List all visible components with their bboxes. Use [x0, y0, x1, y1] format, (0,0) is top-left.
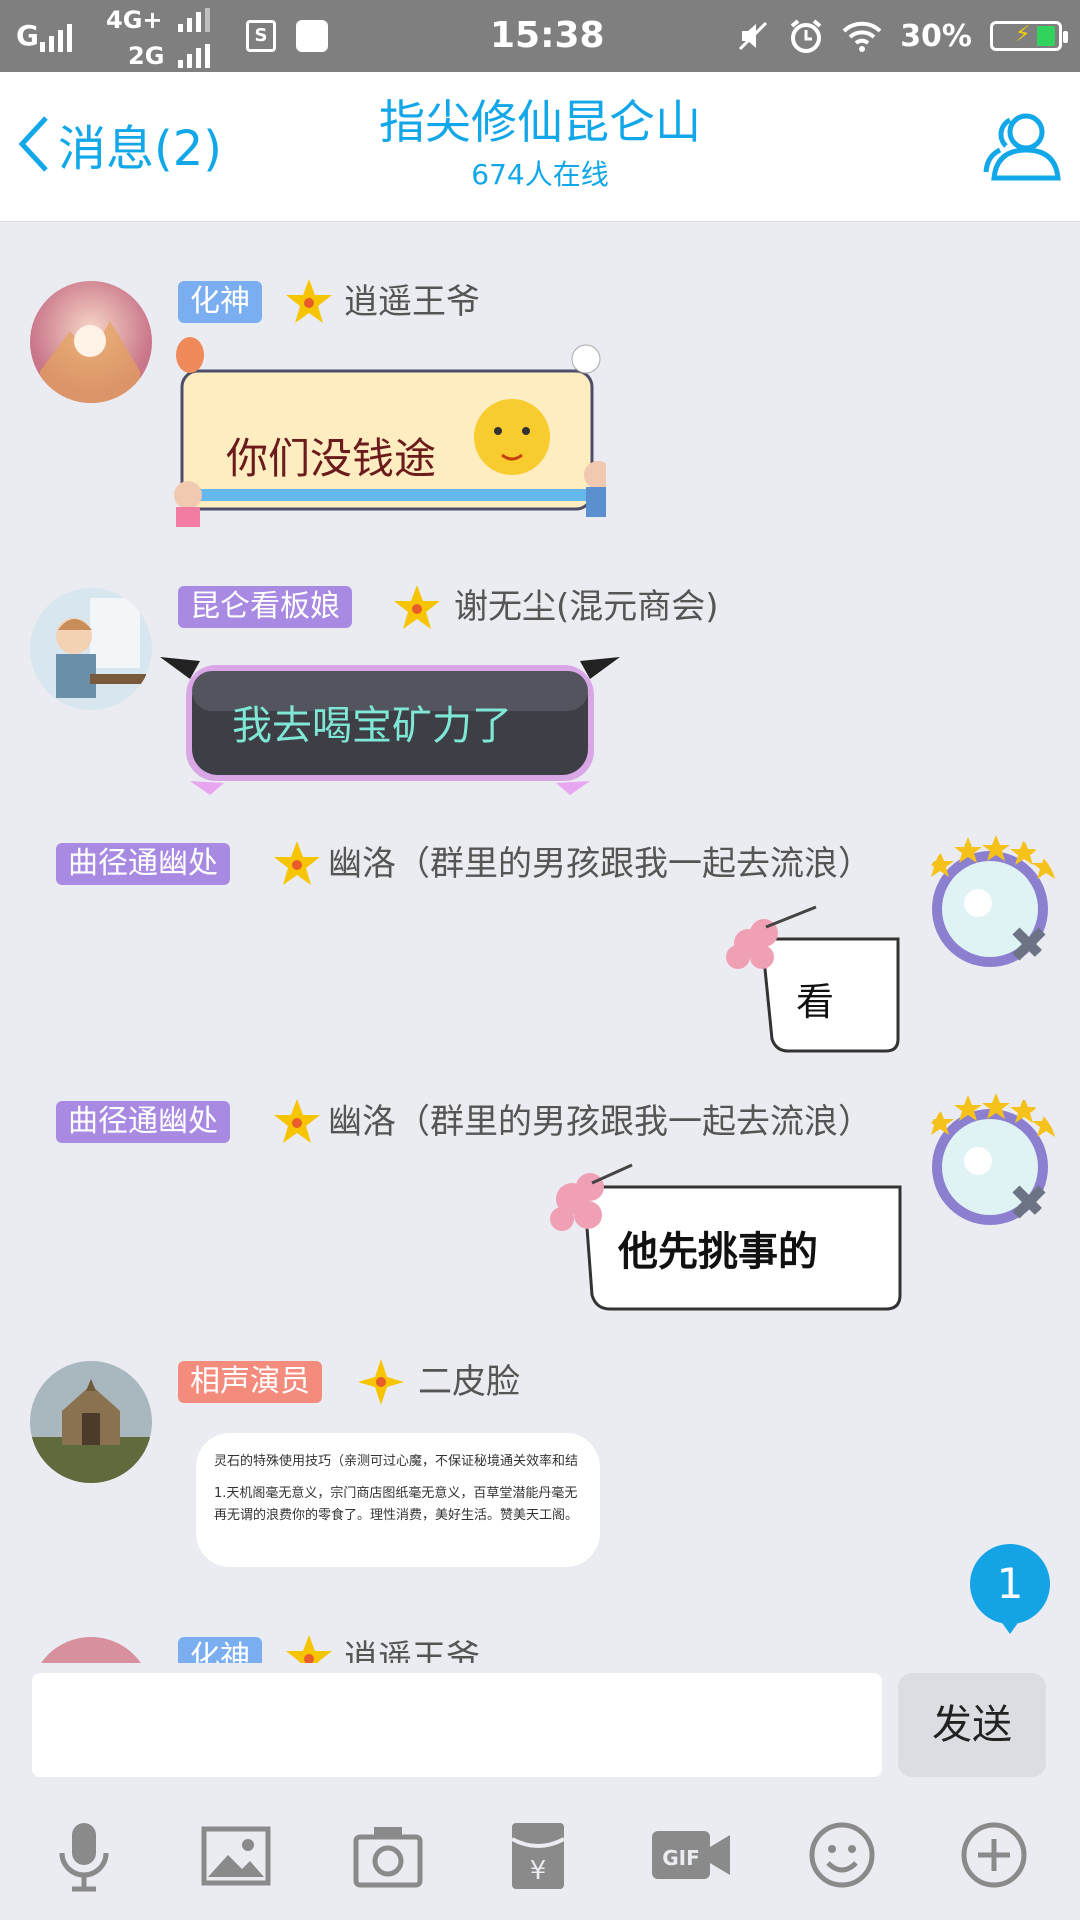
network-type-1: G	[16, 19, 39, 52]
mute-icon	[739, 21, 768, 51]
text-line: 1.天机阁毫无意义，宗门商店图纸毫无意义，百草堂潜能丹毫无	[214, 1486, 578, 1501]
signal-icon	[178, 44, 210, 68]
rank-badge: 化神	[178, 1637, 262, 1663]
signal-icon	[40, 24, 72, 52]
sticker-message[interactable]: 你们没钱途	[166, 335, 612, 531]
avatar[interactable]	[920, 1091, 1060, 1231]
rank-badge: 曲径通幽处	[56, 843, 230, 885]
plus-icon[interactable]	[954, 1815, 1034, 1895]
rank-badge: 曲径通幽处	[56, 1101, 230, 1143]
emoji-icon[interactable]	[802, 1815, 882, 1895]
alarm-icon	[790, 19, 822, 53]
sticker-message[interactable]: 他先挑事的	[548, 1157, 910, 1317]
network-type-3: 2G	[128, 42, 165, 70]
sticker-text: 你们没钱途	[226, 434, 437, 483]
sticker-message[interactable]: 看	[726, 899, 906, 1055]
clock: 15:38	[490, 15, 605, 56]
chat-header: 消息(2) 指尖修仙昆仑山 674人在线	[0, 72, 1080, 222]
group-title: 指尖修仙昆仑山	[379, 95, 701, 149]
star-icon	[394, 585, 440, 629]
sender-name: 幽洛（群里的男孩跟我一起去流浪）	[328, 844, 872, 884]
sticker-text: 看	[796, 980, 835, 1024]
image-icon[interactable]	[196, 1815, 276, 1895]
avatar[interactable]	[30, 1637, 152, 1663]
camera-icon[interactable]	[348, 1815, 428, 1895]
sticker-text: 他先挑事的	[618, 1228, 818, 1275]
rank-badge: 化神	[178, 281, 262, 323]
star-icon	[286, 1635, 332, 1663]
avatar[interactable]	[30, 281, 152, 403]
rank-badge: 昆仑看板娘	[178, 586, 352, 628]
image-message[interactable]: 灵石的特殊使用技巧（亲测可过心魔，不保证秘境通关效率和结 1.天机阁毫无意义，宗…	[196, 1433, 600, 1567]
signal-icon	[178, 8, 210, 32]
avatar[interactable]	[920, 833, 1060, 973]
send-button[interactable]: 发送	[898, 1673, 1046, 1777]
svg-text:¥: ¥	[530, 1856, 547, 1886]
sender-name: 谢无尘(混元商会)	[454, 587, 719, 627]
sender-name: 逍遥王爷	[344, 282, 480, 322]
message-input[interactable]	[32, 1673, 882, 1777]
input-toolbar: ¥ GIF	[0, 1783, 1080, 1920]
svg-text:GIF: GIF	[662, 1846, 700, 1870]
sender-name: 二皮脸	[418, 1362, 520, 1402]
battery-icon: ⚡	[990, 21, 1068, 51]
network-type-2: 4G+	[106, 6, 163, 34]
wifi-icon	[842, 21, 882, 52]
star-icon	[274, 841, 320, 885]
online-count: 674人在线	[471, 158, 609, 191]
sender-name: 逍遥王爷	[344, 1638, 480, 1663]
diamond-icon	[358, 1359, 404, 1405]
red-packet-icon[interactable]: ¥	[498, 1815, 578, 1895]
star-icon	[286, 279, 332, 323]
sender-name: 幽洛（群里的男孩跟我一起去流浪）	[328, 1102, 872, 1142]
input-bar: 发送	[0, 1663, 1080, 1783]
gif-icon[interactable]: GIF	[648, 1815, 734, 1895]
s-app-icon: S	[246, 20, 276, 52]
bag-icon	[296, 20, 328, 52]
unread-count-badge[interactable]: 1	[970, 1544, 1050, 1634]
microphone-icon[interactable]	[44, 1815, 124, 1895]
status-bar: G 4G+ 2G S 15:38 30% ⚡	[0, 0, 1080, 72]
avatar[interactable]	[30, 1361, 152, 1483]
rank-badge: 相声演员	[178, 1361, 322, 1403]
sticker-text: 我去喝宝矿力了	[232, 703, 512, 749]
message-list[interactable]: 化神 逍遥王爷 你们没钱途 昆仑看板娘 谢无尘(混元商会) 我去喝宝矿力了 曲径…	[0, 223, 1080, 1663]
text-line: 再无谓的浪费你的零食了。理性消费，美好生活。赞美天工阁。	[214, 1508, 579, 1523]
sticker-message[interactable]: 我去喝宝矿力了	[160, 641, 620, 801]
star-icon	[274, 1099, 320, 1143]
text-line: 灵石的特殊使用技巧（亲测可过心魔，不保证秘境通关效率和结	[214, 1454, 579, 1469]
avatar[interactable]	[30, 588, 152, 710]
group-members-icon[interactable]	[980, 102, 1064, 186]
battery-percent: 30%	[900, 18, 972, 54]
